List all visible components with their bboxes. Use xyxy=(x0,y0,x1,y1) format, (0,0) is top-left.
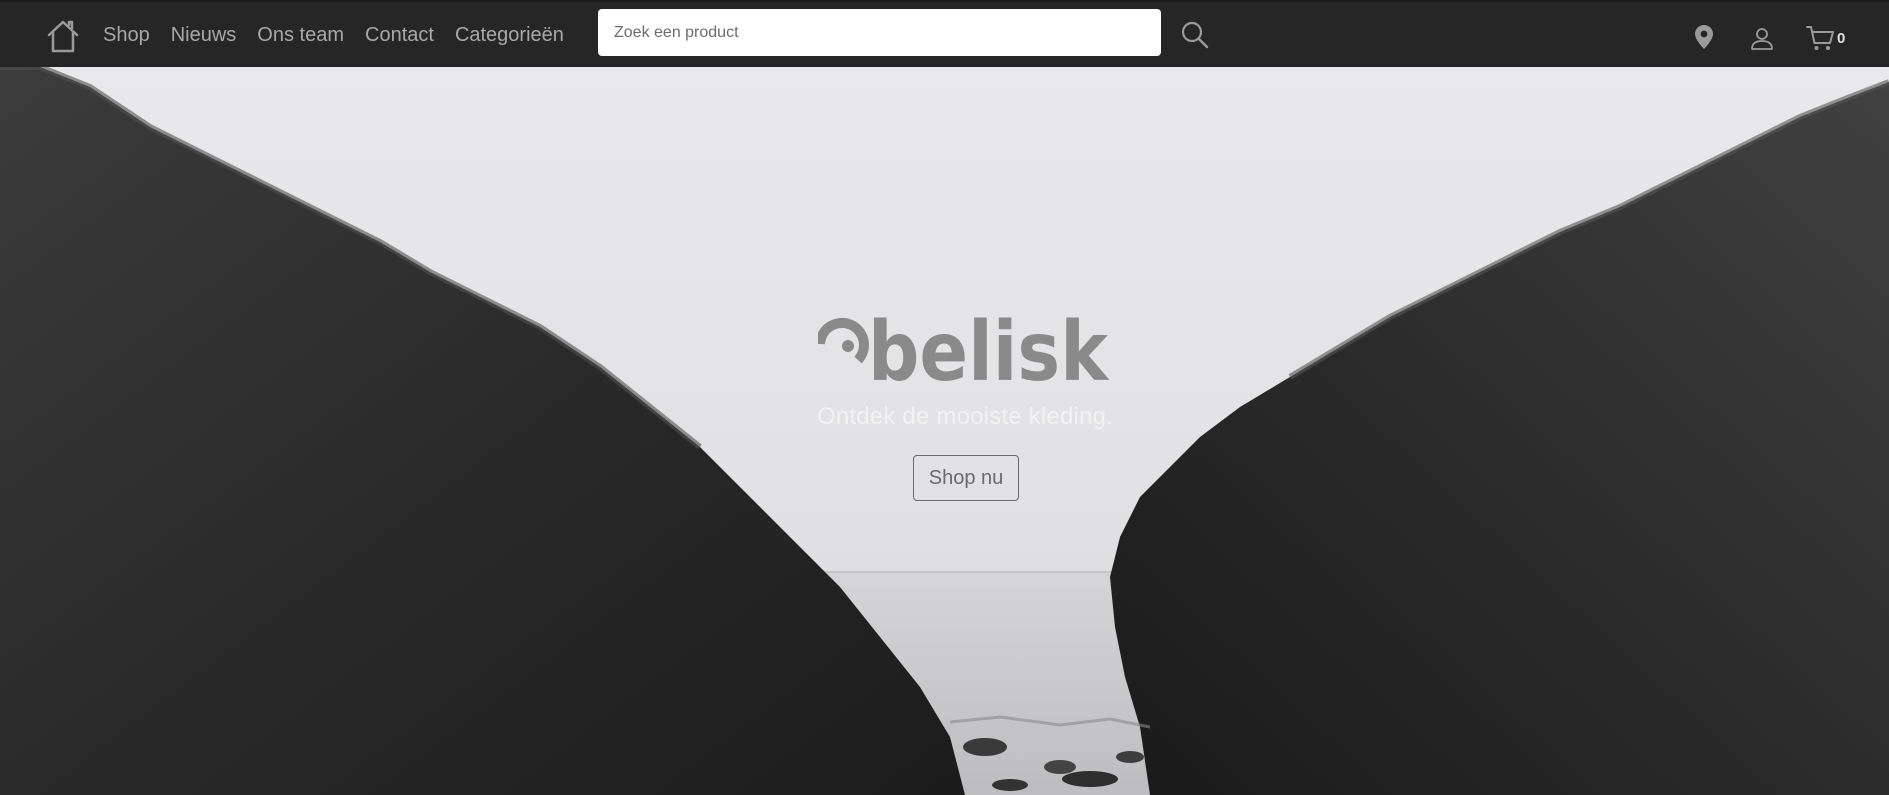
shopping-cart-icon xyxy=(1806,26,1834,50)
store-locator-button[interactable] xyxy=(1694,24,1714,50)
hero-banner: belisk Ontdek de mooiste kleding. Shop n… xyxy=(0,67,1889,795)
nav-shop[interactable]: Shop xyxy=(103,24,150,47)
nav-nieuws[interactable]: Nieuws xyxy=(171,24,237,47)
search-icon xyxy=(1181,21,1209,49)
nav-ons-team[interactable]: Ons team xyxy=(257,24,344,47)
shop-now-button[interactable]: Shop nu xyxy=(913,455,1019,501)
brand-logo: belisk xyxy=(818,305,1110,388)
account-button[interactable] xyxy=(1750,26,1774,50)
home-link[interactable] xyxy=(46,18,80,54)
nav-categorieen[interactable]: Categorieën xyxy=(455,24,564,47)
brand-wordmark: belisk xyxy=(868,305,1110,388)
hero-tagline: Ontdek de mooiste kleding. xyxy=(816,403,1114,430)
main-nav: Shop Nieuws Ons team Contact Categorieën xyxy=(103,2,585,69)
hero-content: belisk Ontdek de mooiste kleding. Shop n… xyxy=(0,67,1889,795)
nav-contact[interactable]: Contact xyxy=(365,24,434,47)
home-icon xyxy=(47,20,79,53)
search-input[interactable] xyxy=(598,9,1161,56)
user-icon xyxy=(1751,28,1773,50)
map-pin-icon xyxy=(1695,25,1713,49)
search-button[interactable] xyxy=(1180,20,1210,50)
cart-button[interactable]: 0 xyxy=(1806,24,1854,52)
search-box xyxy=(598,9,1161,56)
cart-count-badge: 0 xyxy=(1837,29,1846,47)
top-navbar: Shop Nieuws Ons team Contact Categorieën xyxy=(0,0,1889,67)
